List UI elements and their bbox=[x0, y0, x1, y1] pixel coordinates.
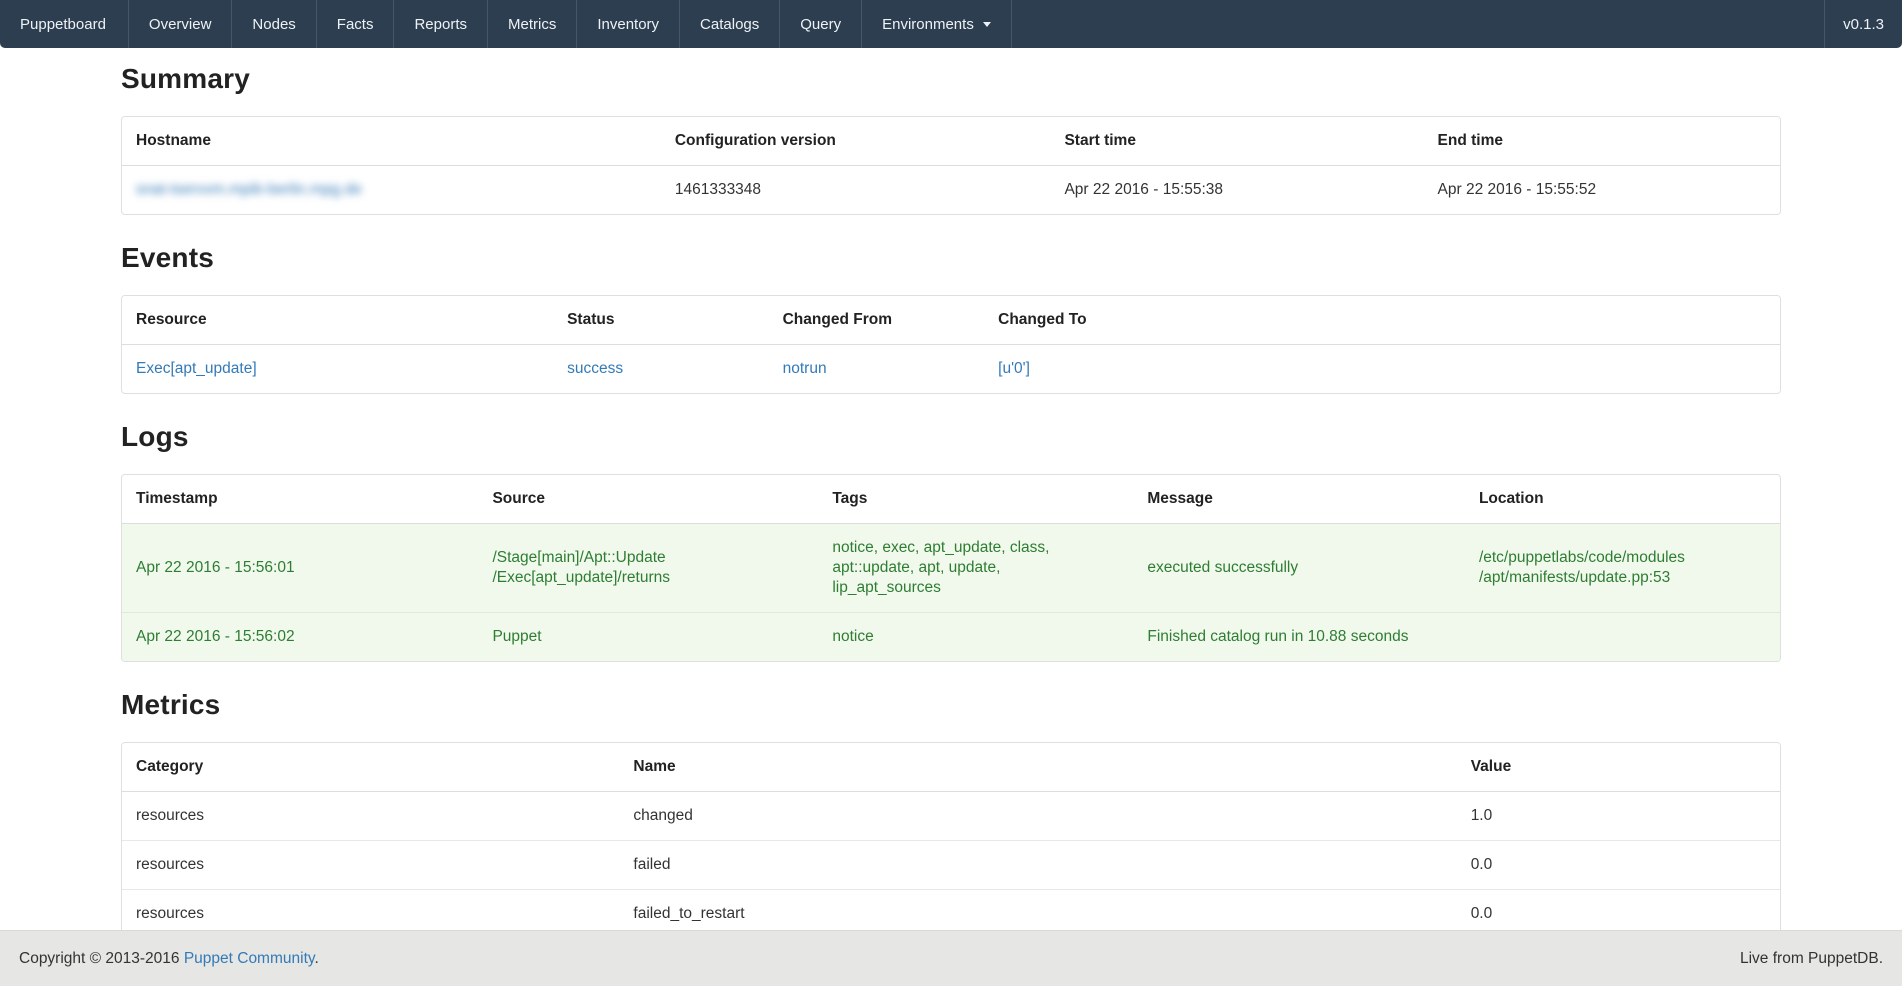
config-version-cell: 1461333348 bbox=[661, 166, 1051, 215]
footer: Copyright © 2013-2016 Puppet Community. … bbox=[0, 930, 1902, 986]
nav-item-nodes[interactable]: Nodes bbox=[232, 0, 316, 48]
metrics-heading: Metrics bbox=[121, 688, 1781, 721]
logs-col-location: Location bbox=[1465, 475, 1780, 524]
nav-item-environments-dropdown[interactable]: Environments bbox=[862, 0, 1012, 48]
metric-name-cell: failed bbox=[619, 841, 1456, 890]
metrics-col-category: Category bbox=[122, 743, 619, 792]
log-tags-cell: notice, exec, apt_update, class, apt::up… bbox=[818, 524, 1133, 613]
main-content: Summary Hostname Configuration version S… bbox=[121, 48, 1781, 939]
nav-item-inventory[interactable]: Inventory bbox=[577, 0, 680, 48]
log-timestamp-cell: Apr 22 2016 - 15:56:01 bbox=[122, 524, 478, 613]
metric-row: resources failed 0.0 bbox=[122, 841, 1780, 890]
top-navbar: Puppetboard Overview Nodes Facts Reports… bbox=[0, 0, 1902, 48]
log-source-cell: /Stage[main]/Apt::Update /Exec[apt_updat… bbox=[478, 524, 818, 613]
events-header-row: Resource Status Changed From Changed To bbox=[122, 296, 1780, 345]
logs-col-tags: Tags bbox=[818, 475, 1133, 524]
summary-heading: Summary bbox=[121, 62, 1781, 95]
nav-item-query[interactable]: Query bbox=[780, 0, 862, 48]
events-col-resource: Resource bbox=[122, 296, 553, 345]
log-timestamp-cell: Apr 22 2016 - 15:56:02 bbox=[122, 613, 478, 662]
logs-col-timestamp: Timestamp bbox=[122, 475, 478, 524]
summary-col-end-time: End time bbox=[1424, 117, 1780, 166]
logs-header-row: Timestamp Source Tags Message Location bbox=[122, 475, 1780, 524]
metrics-header-row: Category Name Value bbox=[122, 743, 1780, 792]
metric-category-cell: resources bbox=[122, 792, 619, 841]
log-tags-cell: notice bbox=[818, 613, 1133, 662]
log-row: Apr 22 2016 - 15:56:02 Puppet notice Fin… bbox=[122, 613, 1780, 662]
events-table: Resource Status Changed From Changed To … bbox=[121, 295, 1781, 394]
metric-row: resources changed 1.0 bbox=[122, 792, 1780, 841]
logs-table: Timestamp Source Tags Message Location A… bbox=[121, 474, 1781, 662]
event-changed-to-link[interactable]: [u'0'] bbox=[998, 360, 1030, 377]
metrics-col-name: Name bbox=[619, 743, 1456, 792]
version-badge: v0.1.3 bbox=[1824, 0, 1902, 48]
hostname-link[interactable]: snat-tservvm.mpib-berlin.mpg.de bbox=[136, 181, 362, 198]
metrics-col-value: Value bbox=[1457, 743, 1780, 792]
log-message-cell: Finished catalog run in 10.88 seconds bbox=[1133, 613, 1465, 662]
logs-col-source: Source bbox=[478, 475, 818, 524]
log-row: Apr 22 2016 - 15:56:01 /Stage[main]/Apt:… bbox=[122, 524, 1780, 613]
log-source-cell: Puppet bbox=[478, 613, 818, 662]
nav-item-overview[interactable]: Overview bbox=[129, 0, 233, 48]
puppet-community-link[interactable]: Puppet Community bbox=[184, 950, 315, 967]
end-time-cell: Apr 22 2016 - 15:55:52 bbox=[1424, 166, 1780, 215]
nav-item-reports[interactable]: Reports bbox=[394, 0, 488, 48]
events-heading: Events bbox=[121, 241, 1781, 274]
summary-header-row: Hostname Configuration version Start tim… bbox=[122, 117, 1780, 166]
logs-col-message: Message bbox=[1133, 475, 1465, 524]
summary-row: snat-tservvm.mpib-berlin.mpg.de 14613333… bbox=[122, 166, 1780, 215]
metric-value-cell: 0.0 bbox=[1457, 841, 1780, 890]
logs-heading: Logs bbox=[121, 420, 1781, 453]
event-status-link[interactable]: success bbox=[567, 360, 623, 377]
summary-col-config-version: Configuration version bbox=[661, 117, 1051, 166]
nav-item-metrics[interactable]: Metrics bbox=[488, 0, 577, 48]
log-location-cell bbox=[1465, 613, 1780, 662]
summary-col-hostname: Hostname bbox=[122, 117, 661, 166]
copyright-period: . bbox=[314, 950, 318, 967]
metric-value-cell: 1.0 bbox=[1457, 792, 1780, 841]
page: Puppetboard Overview Nodes Facts Reports… bbox=[0, 0, 1902, 986]
log-location-cell: /etc/puppetlabs/code/modules /apt/manife… bbox=[1465, 524, 1780, 613]
nav-item-catalogs[interactable]: Catalogs bbox=[680, 0, 780, 48]
navbar-spacer bbox=[1012, 0, 1824, 48]
events-col-status: Status bbox=[553, 296, 769, 345]
event-row: Exec[apt_update] success notrun [u'0'] bbox=[122, 345, 1780, 394]
metrics-table: Category Name Value resources changed 1.… bbox=[121, 742, 1781, 939]
summary-col-start-time: Start time bbox=[1050, 117, 1423, 166]
nav-item-facts[interactable]: Facts bbox=[317, 0, 395, 48]
event-changed-from-link[interactable]: notrun bbox=[783, 360, 827, 377]
events-col-changed-from: Changed From bbox=[769, 296, 985, 345]
summary-table: Hostname Configuration version Start tim… bbox=[121, 116, 1781, 215]
navbar-brand[interactable]: Puppetboard bbox=[0, 0, 129, 48]
events-col-changed-to: Changed To bbox=[984, 296, 1780, 345]
puppetdb-status: Live from PuppetDB. bbox=[1740, 950, 1883, 968]
metric-name-cell: changed bbox=[619, 792, 1456, 841]
metric-category-cell: resources bbox=[122, 841, 619, 890]
copyright: Copyright © 2013-2016 Puppet Community. bbox=[19, 950, 319, 968]
log-message-cell: executed successfully bbox=[1133, 524, 1465, 613]
event-resource-link[interactable]: Exec[apt_update] bbox=[136, 360, 257, 377]
copyright-text: Copyright © 2013-2016 bbox=[19, 950, 184, 967]
caret-down-icon bbox=[983, 22, 991, 27]
start-time-cell: Apr 22 2016 - 15:55:38 bbox=[1050, 166, 1423, 215]
environments-label: Environments bbox=[882, 16, 974, 33]
